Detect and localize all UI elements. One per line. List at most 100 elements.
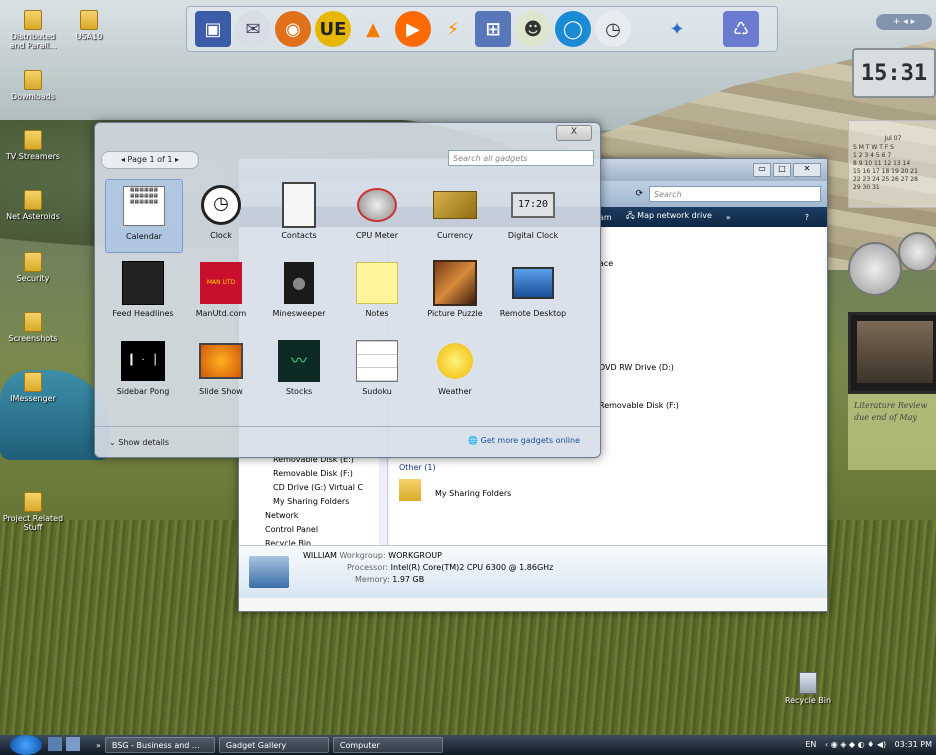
maximize-button[interactable]: □ <box>773 163 791 177</box>
show-details-label: Show details <box>118 438 170 447</box>
gadget-label: Weather <box>438 387 472 396</box>
gadget-remote-desktop[interactable]: Remote Desktop <box>495 257 571 329</box>
drive-dvd[interactable]: DVD RW Drive (D:) <box>599 363 674 372</box>
gadget-stocks[interactable]: 〰 Stocks <box>261 335 337 407</box>
gadget-feed-headlines[interactable]: Feed Headlines <box>105 257 181 329</box>
desktop-icon-screenshots[interactable]: Screenshots <box>2 312 64 343</box>
ultraedit-icon[interactable]: UE <box>315 11 351 47</box>
mail-icon[interactable]: ✉ <box>235 11 271 47</box>
recycle-dock-icon[interactable]: ♺ <box>723 11 759 47</box>
minesweeper-icon: ● <box>277 261 321 305</box>
gadget-digital-clock[interactable]: 17:20 Digital Clock <box>495 179 571 251</box>
map-network-drive-button[interactable]: 🖧 Map network drive <box>626 210 712 224</box>
gadget-sudoku[interactable]: Sudoku <box>339 335 415 407</box>
lightning-icon[interactable]: ⚡ <box>435 11 471 47</box>
gadget-currency[interactable]: Currency <box>417 179 493 251</box>
nav-item-network[interactable]: Network <box>239 509 379 523</box>
calendar-gadget[interactable]: Jul 07 S M T W T F S1 2 3 4 5 6 78 9 10 … <box>848 120 936 208</box>
sidebar-controls[interactable]: + ◂ ▸ <box>876 14 932 30</box>
gadget-weather[interactable]: Weather <box>417 335 493 407</box>
gadget-label: Digital Clock <box>507 231 559 240</box>
clock-icon[interactable]: ◷ <box>595 11 631 47</box>
gadget-picture-puzzle[interactable]: Picture Puzzle <box>417 257 493 329</box>
taskbar-button-computer[interactable]: Computer <box>332 737 443 753</box>
sudoku-icon <box>355 339 399 383</box>
desktop-icon-net-asteroids[interactable]: Net Asteroids <box>2 190 64 221</box>
disc-icon[interactable]: ◯ <box>555 11 591 47</box>
gadget-minesweeper[interactable]: ● Minesweeper <box>261 257 337 329</box>
show-details-button[interactable]: ⌄ Show details <box>109 438 169 447</box>
show-desktop-icon[interactable] <box>48 737 62 751</box>
tools-icon[interactable]: ✦ <box>659 11 695 47</box>
slide-show-gadget[interactable] <box>848 312 936 394</box>
gadget-sidebar-pong[interactable]: ▎ · ▕ Sidebar Pong <box>105 335 181 407</box>
search-input[interactable]: Search <box>649 186 821 202</box>
toolbar-more[interactable]: » <box>726 213 731 222</box>
calendar-icon: ▦▦▦▦▦▦ ▦▦▦▦▦▦ ▦▦▦▦▦▦ <box>122 184 166 228</box>
desktop-icon-downloads[interactable]: Downloads <box>2 70 64 101</box>
gadget-calendar[interactable]: ▦▦▦▦▦▦ ▦▦▦▦▦▦ ▦▦▦▦▦▦ Calendar <box>105 179 183 253</box>
page-navigator[interactable]: ◂ Page 1 of 1 ▸ <box>101 151 199 169</box>
gadget-contacts[interactable]: Contacts <box>261 179 337 251</box>
gadget-slide-show[interactable]: Slide Show <box>183 335 259 407</box>
nav-item-removable-f[interactable]: Removable Disk (F:) <box>239 467 379 481</box>
group-header-other[interactable]: Other (1) <box>399 463 436 472</box>
contacts-icon <box>277 182 321 228</box>
minimize-button[interactable]: ▭ <box>753 163 771 177</box>
desktop-icon-label: Net Asteroids <box>6 212 60 221</box>
computer-icon[interactable]: ▣ <box>195 11 231 47</box>
gadget-label: Notes <box>365 309 389 318</box>
folder-icon <box>24 190 42 210</box>
desktop-icon-project[interactable]: Project Related Stuff <box>2 492 64 532</box>
desktop-icon-imessenger[interactable]: IMessenger <box>2 372 64 403</box>
notes-gadget[interactable]: Literature Review due end of May <box>848 394 936 470</box>
drive-removable-f[interactable]: Removable Disk (F:) <box>599 401 679 410</box>
nav-list: Removable Disk (E:) Removable Disk (F:) … <box>239 453 379 551</box>
nav-item-control-panel[interactable]: Control Panel <box>239 523 379 537</box>
digital-clock-gadget[interactable]: 15:31 <box>852 48 936 98</box>
get-more-gadgets-link[interactable]: 🌐 Get more gadgets online <box>468 436 580 445</box>
computer-name: WILLIAM <box>303 551 337 560</box>
media-player-icon[interactable]: ▶ <box>395 11 431 47</box>
gadget-label: Clock <box>210 231 232 240</box>
taskbar-button-bsg[interactable]: BSG - Business and ... <box>104 737 215 753</box>
column-header[interactable]: ace <box>599 259 613 268</box>
memory-label: Memory: <box>355 575 390 584</box>
help-icon[interactable]: ? <box>805 213 809 222</box>
close-button[interactable]: ✕ <box>793 163 821 177</box>
start-button[interactable] <box>10 735 42 755</box>
language-indicator[interactable]: EN <box>805 740 816 749</box>
desktop-icon-security[interactable]: Security <box>2 252 64 283</box>
firefox-icon[interactable]: ◉ <box>275 11 311 47</box>
gallery-footer: ⌄ Show details 🌐 Get more gadgets online <box>95 426 600 457</box>
desktop-icon-recycle-bin[interactable]: Recycle Bin <box>778 672 838 705</box>
desktop-icon-usa10[interactable]: USA10 <box>58 10 120 41</box>
workgroup-value: WORKGROUP <box>388 551 442 560</box>
vlc-icon[interactable]: ▲ <box>355 11 391 47</box>
nav-item-sharing[interactable]: My Sharing Folders <box>239 495 379 509</box>
gadget-cpu-meter[interactable]: CPU Meter <box>339 179 415 251</box>
network-icon[interactable]: ⊞ <box>475 11 511 47</box>
taskbar-button-gadget-gallery[interactable]: Gadget Gallery <box>218 737 329 753</box>
cpu-meter-icon <box>355 183 399 227</box>
folder-icon <box>24 130 42 150</box>
desktop-icon-tv-streamers[interactable]: TV Streamers <box>2 130 64 161</box>
desktop-icon-distributed[interactable]: Distributed and Parall... <box>2 10 64 50</box>
switch-windows-icon[interactable] <box>66 737 80 751</box>
close-button[interactable]: X <box>556 125 592 141</box>
gadget-manutd[interactable]: MAN UTD ManUtd.com <box>183 257 259 329</box>
gadget-search-input[interactable]: Search all gadgets <box>448 150 594 166</box>
quick-launch-more[interactable]: » <box>96 741 101 750</box>
gadget-clock[interactable]: ◷ Clock <box>183 179 259 251</box>
tray-icons[interactable]: ‹ ◉ ◈ ◆ ◐ ♦ ◀) <box>825 740 886 749</box>
slideshow-icon <box>199 339 243 383</box>
cpu-meter-gadget[interactable] <box>848 232 936 296</box>
feed-icon <box>121 261 165 305</box>
refresh-icon[interactable]: ⟳ <box>635 189 643 199</box>
clock-time[interactable]: 03:31 PM <box>895 740 932 749</box>
sharing-folder[interactable]: My Sharing Folders <box>435 489 511 498</box>
sharing-folder-icon <box>399 479 421 501</box>
gadget-notes[interactable]: Notes <box>339 257 415 329</box>
nav-item-cd-drive[interactable]: CD Drive (G:) Virtual C <box>239 481 379 495</box>
messenger-icon[interactable]: ☻ <box>515 11 551 47</box>
